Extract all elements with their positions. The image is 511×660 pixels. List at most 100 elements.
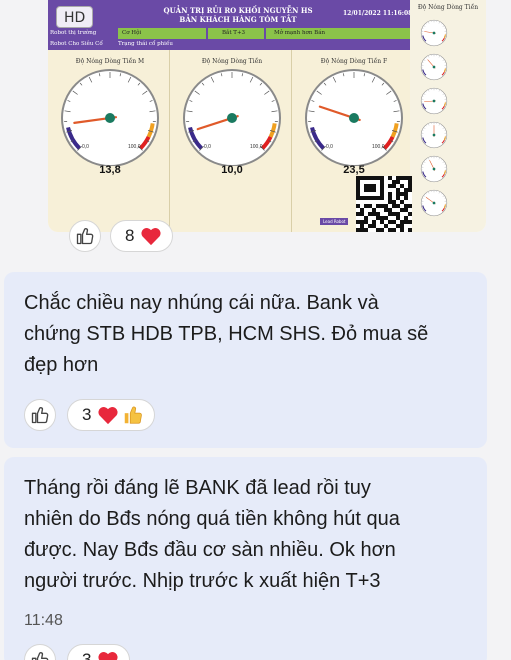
qr-module (380, 176, 384, 180)
qr-module (356, 180, 360, 184)
dashboard-subtitle: BẢN KHÁCH HÀNG TÓM TẮT (179, 15, 297, 24)
qr-module (388, 228, 392, 232)
message-bubble[interactable]: Tháng rồi đáng lẽ BANK đã lead rồi tuy n… (4, 457, 487, 660)
message-line: người trước. Nhịp trước k xuất hiện T+3 (24, 570, 381, 592)
gauge-hub (105, 113, 115, 123)
gauge-hub (349, 113, 359, 123)
message-line: được. Nay Bđs đầu cơ sàn nhiều. Ok hơn (24, 539, 396, 561)
qr-module (404, 176, 408, 180)
qr-module (408, 176, 412, 180)
qr-module (404, 220, 408, 224)
qr-module (392, 220, 396, 224)
qr-module (404, 196, 408, 200)
gauge-title: Độ Nóng Dòng Tiền F (320, 58, 388, 65)
qr-module (368, 224, 372, 228)
qr-module (408, 212, 412, 216)
qr-module (384, 204, 388, 208)
row-cell: Cơ Hội (118, 28, 206, 39)
qr-module (380, 196, 384, 200)
qr-module (364, 196, 368, 200)
qr-module (388, 196, 392, 200)
qr-module (392, 212, 396, 216)
qr-module (372, 208, 376, 212)
qr-module (360, 228, 364, 232)
qr-module (404, 204, 408, 208)
gauge-title: Độ Nóng Dòng Tiền M (75, 58, 145, 65)
qr-module (368, 196, 372, 200)
mini-gauge-icon (420, 19, 448, 47)
thumbs-up-icon (31, 652, 49, 660)
qr-module (372, 212, 376, 216)
gauge-min-label: 0,0 (82, 144, 89, 150)
qr-module (400, 192, 404, 196)
gauge-hub (432, 201, 436, 205)
qr-module (364, 204, 368, 208)
qr-module (408, 180, 412, 184)
qr-module (388, 200, 392, 204)
qr-module (400, 176, 404, 180)
qr-label: Lead Robot (320, 218, 349, 225)
qr-module (360, 220, 364, 224)
message-text: Chắc chiều nay nhúng cái nữa. Bank và ch… (24, 288, 428, 381)
reaction-summary[interactable]: 3 (67, 644, 131, 660)
hd-badge[interactable]: HD (56, 6, 94, 28)
qr-module (388, 208, 392, 212)
gauge-title: Độ Nóng Dòng Tiền (201, 58, 263, 65)
gauge-hub (432, 65, 436, 69)
qr-module (376, 176, 380, 180)
gauge-hub (432, 167, 436, 171)
gauge-dial: 0,0 100,0 (61, 69, 159, 166)
qr-module (364, 188, 368, 192)
qr-module (408, 220, 412, 224)
qr-module (356, 188, 360, 192)
image-attachment[interactable]: QUẢN TRỊ RỦI RO KHỐI NGUYỄN HS BẢN KHÁCH… (48, 0, 486, 232)
qr-module (360, 208, 364, 212)
dashboard-title: QUẢN TRỊ RỦI RO KHỐI NGUYỄN HS (163, 6, 313, 15)
qr-module (376, 228, 380, 232)
qr-module (356, 196, 360, 200)
qr-module (368, 204, 372, 208)
qr-module (388, 192, 392, 196)
row-cell: Trạng thái cổ phiếu (118, 41, 173, 47)
qr-module (400, 224, 404, 228)
qr-module (396, 176, 400, 180)
qr-module (400, 200, 404, 204)
qr-module (356, 204, 360, 208)
qr-module (360, 196, 364, 200)
gauge-value: 23,5 (343, 164, 365, 176)
qr-module (404, 188, 408, 192)
qr-module (396, 180, 400, 184)
message-line: Tháng rồi đáng lẽ BANK đã lead rồi tuy (24, 477, 371, 499)
qr-module (368, 176, 372, 180)
gauge-min-label: 0,0 (204, 144, 211, 150)
heart-icon (141, 227, 162, 246)
qr-module (408, 204, 412, 208)
qr-module (396, 192, 400, 196)
add-reaction-button[interactable] (69, 220, 101, 252)
qr-module (368, 184, 372, 188)
reaction-count: 8 (125, 226, 135, 245)
add-reaction-button[interactable] (24, 399, 56, 431)
qr-module (376, 212, 380, 216)
gauge-hub (432, 133, 436, 137)
qr-module (396, 188, 400, 192)
qr-module (392, 228, 396, 232)
qr-module (356, 220, 360, 224)
reaction-summary[interactable]: 8 (110, 220, 174, 252)
qr-module (368, 188, 372, 192)
reaction-summary[interactable]: 3 (67, 399, 156, 431)
qr-module (380, 220, 384, 224)
message-line: Chắc chiều nay nhúng cái nữa. Bank và (24, 292, 379, 314)
qr-module (360, 212, 364, 216)
mini-gauge-icon (420, 87, 448, 115)
message-timestamp: 11:48 (24, 612, 63, 629)
qr-module (372, 196, 376, 200)
reaction-count: 3 (82, 405, 92, 424)
message-line: nhiên do Bđs nóng quá tiền không hút qua (24, 508, 400, 530)
qr-module (396, 224, 400, 228)
thumbs-up-icon (31, 407, 49, 424)
message-text: Tháng rồi đáng lẽ BANK đã lead rồi tuy n… (24, 473, 400, 597)
heart-icon (98, 406, 119, 425)
qr-module (400, 184, 404, 188)
row-cell: Mở mạnh hơn Bán (266, 28, 410, 39)
